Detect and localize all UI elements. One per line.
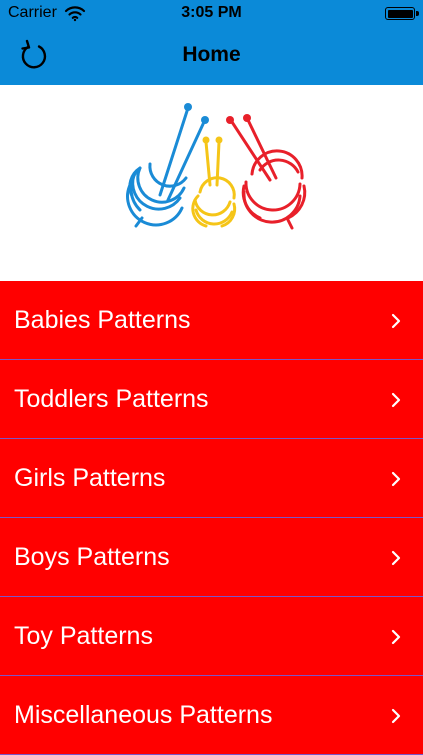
list-item-boys-patterns[interactable]: Boys Patterns (0, 518, 423, 597)
list-item-label: Toddlers Patterns (14, 385, 209, 413)
battery-icon (385, 7, 419, 20)
logo-area (0, 85, 423, 281)
list-item-toddlers-patterns[interactable]: Toddlers Patterns (0, 360, 423, 439)
navigation-bar: Home (0, 28, 423, 85)
list-item-girls-patterns[interactable]: Girls Patterns (0, 439, 423, 518)
list-item-label: Babies Patterns (14, 306, 191, 334)
clock: 3:05 PM (181, 4, 242, 21)
list-item-toy-patterns[interactable]: Toy Patterns (0, 597, 423, 676)
list-item-label: Boys Patterns (14, 543, 170, 571)
yarn-balls-logo-icon (126, 103, 307, 230)
chevron-right-icon (391, 313, 401, 329)
status-bar: Carrier 3:05 PM (0, 0, 423, 28)
list-item-label: Girls Patterns (14, 464, 166, 492)
pattern-category-list: Babies Patterns Toddlers Patterns Girls … (0, 281, 423, 755)
chevron-right-icon (391, 708, 401, 724)
chevron-right-icon (391, 550, 401, 566)
list-item-miscellaneous-patterns[interactable]: Miscellaneous Patterns (0, 676, 423, 755)
chevron-right-icon (391, 392, 401, 408)
chevron-right-icon (391, 629, 401, 645)
list-item-babies-patterns[interactable]: Babies Patterns (0, 281, 423, 360)
chevron-right-icon (391, 471, 401, 487)
list-item-label: Miscellaneous Patterns (14, 701, 273, 729)
page-title: Home (182, 43, 241, 66)
list-item-label: Toy Patterns (14, 622, 153, 650)
